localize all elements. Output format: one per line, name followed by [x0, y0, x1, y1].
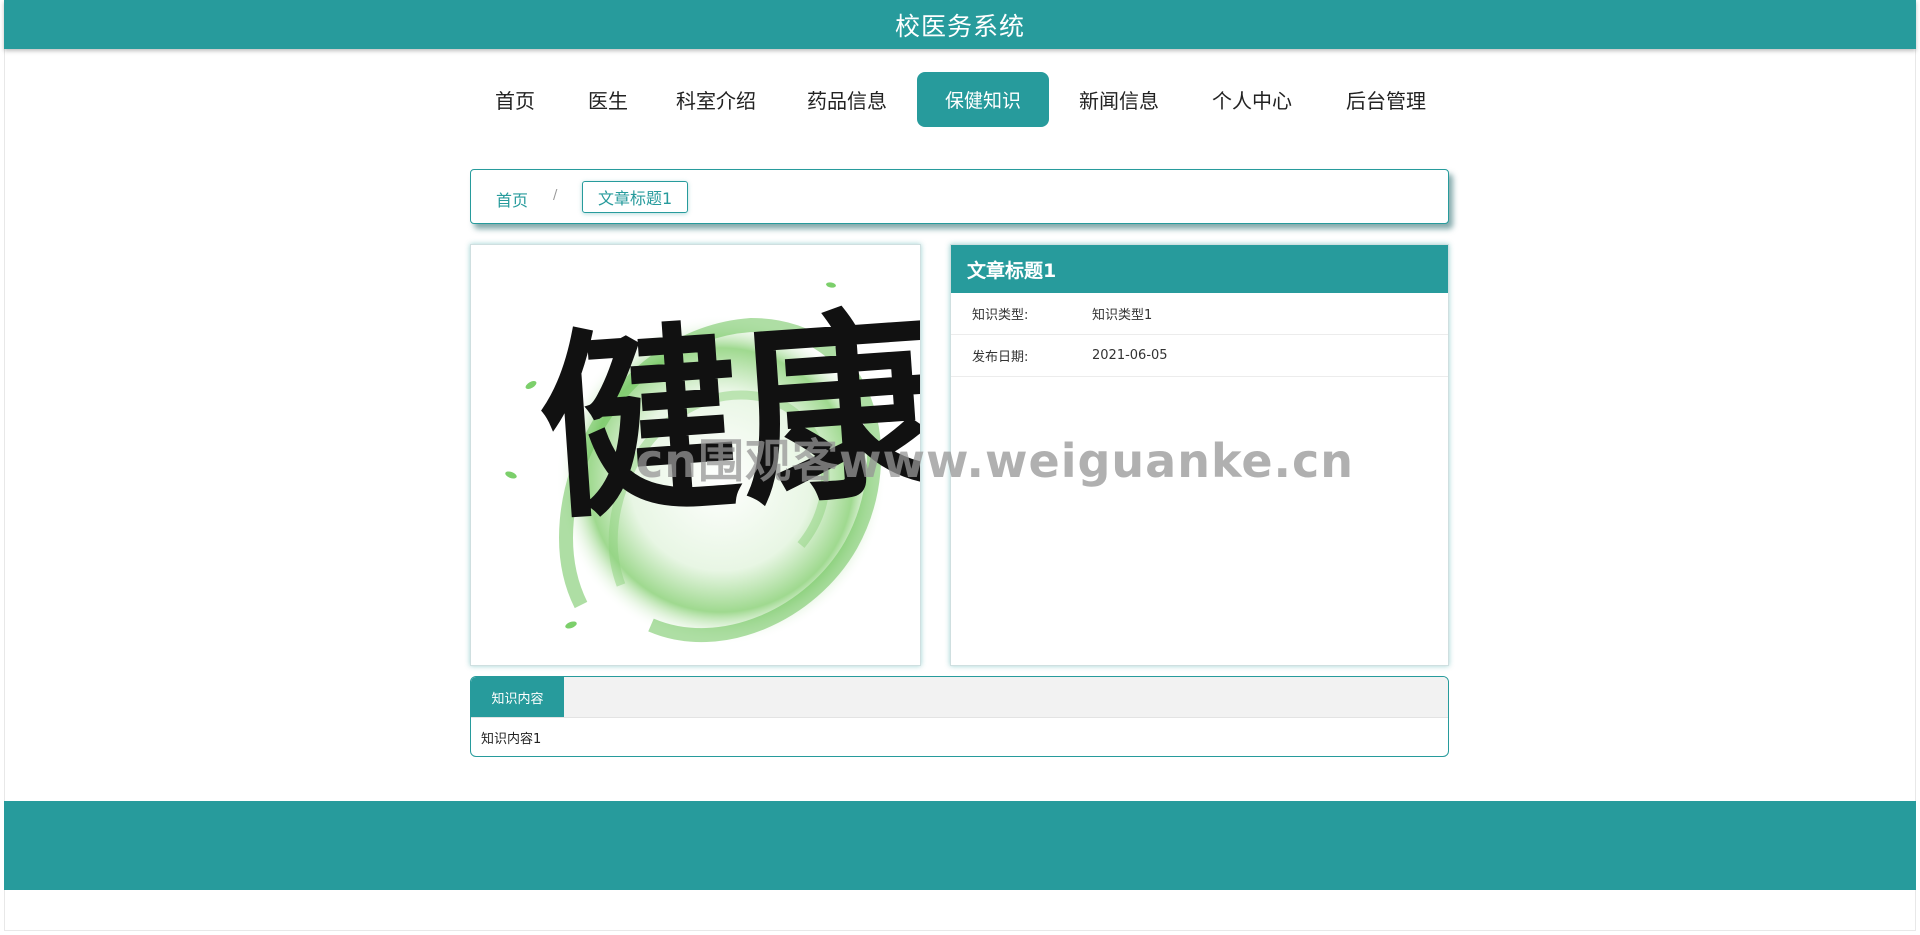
breadcrumb-home-link[interactable]: 首页 [496, 187, 528, 211]
calligraphy-character: 健康 [532, 286, 921, 548]
breadcrumb: 首页 / 文章标题1 [470, 169, 1449, 224]
main-nav: 首页 医生 科室介绍 药品信息 保健知识 新闻信息 个人中心 后台管理 [0, 72, 1920, 127]
breadcrumb-current: 文章标题1 [582, 181, 689, 213]
health-calligraphy-image: 健康 [505, 282, 921, 645]
content-tab-strip: 知识内容 [471, 677, 1448, 718]
article-title: 文章标题1 [951, 245, 1448, 293]
nav-item-medicine[interactable]: 药品信息 [797, 72, 897, 127]
site-footer [4, 801, 1916, 890]
info-label: 发布日期: [972, 350, 1029, 365]
site-header: 校医务系统 [4, 0, 1916, 49]
nav-item-home[interactable]: 首页 [480, 72, 550, 127]
info-value: 知识类型1 [1092, 308, 1153, 323]
info-row-date: 发布日期: 2021-06-05 [951, 335, 1448, 377]
nav-item-departments[interactable]: 科室介绍 [666, 72, 766, 127]
content-section: 知识内容 知识内容1 [470, 676, 1449, 757]
nav-item-health-knowledge[interactable]: 保健知识 [917, 72, 1049, 127]
content-body: 知识内容1 [481, 732, 542, 747]
nav-item-admin[interactable]: 后台管理 [1336, 72, 1436, 127]
nav-item-personal-center[interactable]: 个人中心 [1202, 72, 1302, 127]
article-image: 健康 [470, 244, 921, 666]
info-label: 知识类型: [972, 308, 1029, 323]
tab-knowledge-content[interactable]: 知识内容 [471, 677, 564, 717]
site-title: 校医务系统 [894, 11, 1025, 41]
nav-item-doctors[interactable]: 医生 [573, 72, 643, 127]
nav-item-news[interactable]: 新闻信息 [1069, 72, 1169, 127]
info-row-type: 知识类型: 知识类型1 [951, 293, 1448, 335]
breadcrumb-separator: / [553, 188, 558, 203]
info-value: 2021-06-05 [1092, 348, 1168, 363]
article-info-panel: 文章标题1 知识类型: 知识类型1 发布日期: 2021-06-05 [950, 244, 1449, 666]
